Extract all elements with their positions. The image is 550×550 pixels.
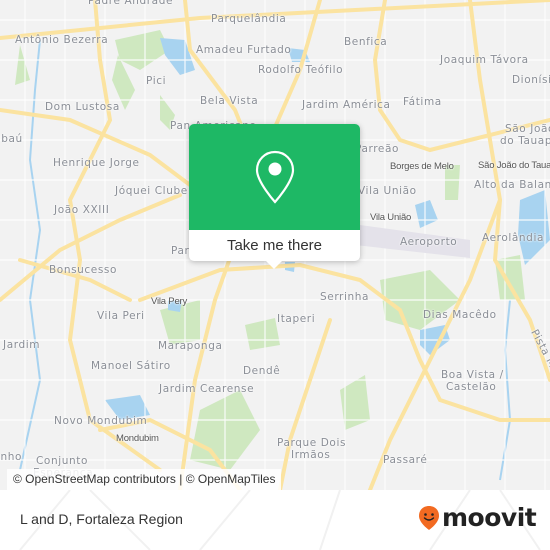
popup-header (189, 124, 360, 230)
map-label: Benfica (344, 36, 388, 48)
map-label: Aeroporto (400, 236, 458, 248)
map-label: Vila União (358, 185, 417, 197)
moovit-wordmark: moovit (442, 503, 537, 532)
map-label: Dias Macêdo (423, 309, 497, 321)
map-label: Antônio Bezerra (15, 34, 109, 46)
map-pin-icon (255, 150, 294, 204)
map-label: Fátima (403, 96, 442, 108)
map-label: Vila Peri (97, 310, 145, 322)
map-label: Serrinha (320, 291, 370, 303)
station-label: Mondubim (116, 433, 159, 444)
map-label: Itaperi (277, 313, 316, 325)
station-label: Vila União (370, 212, 412, 223)
map-label: Bonsucesso (49, 264, 118, 276)
map-label: Parreão (355, 143, 400, 155)
map-label: Dendê (243, 365, 281, 377)
station-label: São João do Tauape (478, 160, 550, 171)
take-me-there-button[interactable]: Take me there (189, 230, 360, 261)
popup-pointer (266, 261, 282, 269)
location-title: L and D, Fortaleza Region (20, 511, 183, 527)
map-label: Irmãos (291, 449, 331, 461)
map-label: Novo Mondubim (54, 415, 148, 427)
map-label: Boa Vista / (441, 369, 504, 381)
moovit-smile-pin-icon (419, 505, 439, 530)
map-label: Henrique Jorge (53, 157, 140, 169)
map-label: Bela Vista (200, 95, 259, 107)
footer-bar: L and D, Fortaleza Region moovit (0, 490, 550, 550)
station-label: Vila Pery (151, 296, 188, 307)
map-label: Rodolfo Teófilo (258, 64, 344, 76)
station-label: Borges de Melo (390, 161, 454, 172)
moovit-logo[interactable]: moovit (418, 503, 537, 532)
map-label: Alto da Balança (474, 179, 550, 191)
map-label: Padre Andrade (88, 0, 174, 7)
map-label: Manoel Sátiro (91, 360, 171, 372)
map-attribution[interactable]: © OpenStreetMap contributors | © OpenMap… (7, 469, 282, 490)
map-label: Joaquim Távora (440, 54, 529, 66)
map-label: Parquelândia (211, 13, 287, 25)
map-label: Jardim (3, 339, 41, 351)
map-label: Pici (146, 75, 167, 87)
map-label: Passaré (383, 454, 428, 466)
map-label: Jardim Cearense (159, 383, 255, 395)
map-label: Maraponga (158, 340, 223, 352)
map-label: Jardim América (302, 99, 391, 111)
map-label: Conjunto (36, 455, 88, 467)
map[interactable]: Padre Andrade Parquelândia Antônio Bezer… (0, 0, 550, 490)
map-label: Amadeu Furtado (196, 44, 292, 56)
map-label: São João (505, 123, 550, 135)
map-label: Dom Lustosa (45, 101, 120, 113)
map-label: João XXIII (54, 204, 110, 216)
map-label: do Tauape (500, 135, 550, 147)
map-label: Jóquei Clube (115, 185, 188, 197)
location-popup: Take me there (189, 124, 360, 269)
map-label: Castelão (446, 381, 497, 393)
map-label: inho (0, 451, 23, 463)
map-label: Parque Dois (277, 437, 347, 449)
map-label: Jibaú (0, 133, 23, 145)
map-label: Aerolândia (482, 232, 544, 244)
map-label: Dionísio (512, 74, 550, 86)
